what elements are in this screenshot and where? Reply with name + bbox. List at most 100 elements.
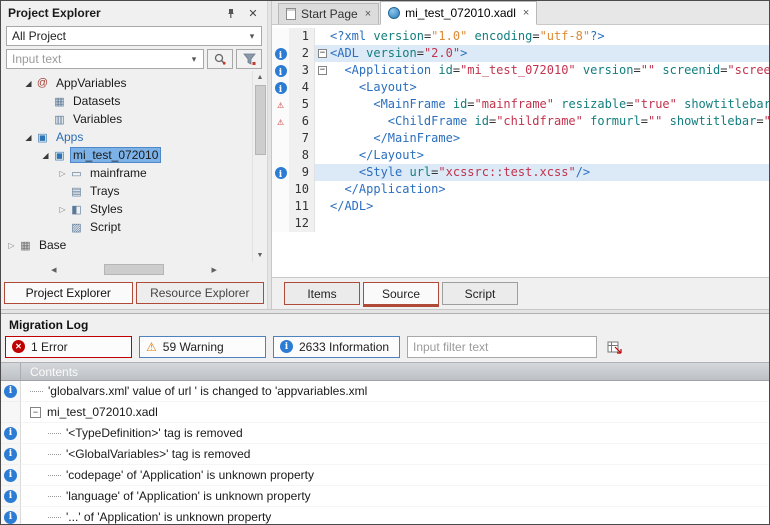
tree-item-datasets[interactable]: ▦Datasets (1, 92, 251, 110)
info-filter-button[interactable]: i2633 Information (273, 336, 400, 358)
export-log-button[interactable] (604, 336, 626, 358)
error-filter-button[interactable]: ✕1 Error (5, 336, 132, 358)
search-input[interactable] (12, 52, 187, 66)
fold-cell (315, 28, 330, 45)
filter-button[interactable] (236, 49, 262, 69)
search-row: ▾ (6, 49, 262, 69)
close-tab-icon[interactable]: × (523, 7, 529, 19)
tree-item-appvariables[interactable]: ◢@AppVariables (1, 74, 251, 92)
warning-icon: ⚠ (277, 116, 284, 127)
scroll-left-icon[interactable]: ◀ (6, 263, 102, 276)
log-row[interactable]: i'codepage' of 'Application' is unknown … (1, 465, 769, 486)
tab-items[interactable]: Items (284, 282, 360, 305)
scroll-right-icon[interactable]: ▶ (166, 263, 262, 276)
tree-item-label: mi_test_072010 (70, 147, 161, 163)
pin-icon[interactable] (222, 5, 238, 21)
code-line-7[interactable]: 7 </MainFrame> (272, 130, 769, 147)
tree-item-base[interactable]: ▷▦Base (1, 236, 251, 254)
code-line-1[interactable]: 1<?xml version="1.0" encoding="utf-8"?> (272, 28, 769, 45)
log-toolbar: ✕1 Error ⚠59 Warning i2633 Information (1, 335, 769, 362)
expand-toggle-icon[interactable]: ▷ (56, 169, 69, 178)
editor-tab-mi-test-072010-xadl[interactable]: mi_test_072010.xadl× (380, 1, 537, 25)
warning-filter-button[interactable]: ⚠59 Warning (139, 336, 266, 358)
close-tab-icon[interactable]: × (365, 8, 371, 20)
log-message: 'codepage' of 'Application' is unknown p… (66, 468, 314, 482)
collapse-toggle-icon[interactable]: − (30, 407, 41, 418)
code-line-11[interactable]: 11</ADL> (272, 198, 769, 215)
info-icon: i (4, 385, 17, 398)
code-line-2[interactable]: i2−<ADL version="2.0"> (272, 45, 769, 62)
log-filter-input[interactable] (407, 336, 597, 358)
close-icon[interactable]: ✕ (245, 5, 261, 21)
chevron-down-icon[interactable]: ▾ (187, 54, 201, 65)
app-icon: ▣ (52, 149, 67, 162)
log-message: '...' of 'Application' is unknown proper… (66, 510, 271, 524)
tab-source[interactable]: Source (363, 282, 439, 305)
tab-resource-explorer[interactable]: Resource Explorer (136, 282, 265, 304)
code-editor[interactable]: 1<?xml version="1.0" encoding="utf-8"?>i… (272, 25, 769, 277)
gutter-cell: i (272, 62, 289, 79)
tree-item-script[interactable]: ▨Script (1, 218, 251, 236)
fold-toggle[interactable]: − (315, 45, 330, 62)
project-select[interactable]: All Project ▾ (6, 26, 262, 46)
log-row-content: 'codepage' of 'Application' is unknown p… (21, 465, 769, 486)
tree-item-label: Script (87, 219, 124, 235)
tab-project-explorer[interactable]: Project Explorer (4, 282, 133, 304)
tree-item-label: Trays (87, 183, 123, 199)
warning-icon: ⚠ (146, 341, 157, 353)
tree-item-label: mainframe (87, 165, 150, 181)
code-line-4[interactable]: i4 <Layout> (272, 79, 769, 96)
tree-horizontal-scrollbar[interactable]: ◀ ▶ (6, 262, 262, 277)
log-row[interactable]: i'language' of 'Application' is unknown … (1, 486, 769, 507)
expand-toggle-icon[interactable]: ▷ (5, 241, 18, 250)
code-text: <ADL version="2.0"> (330, 45, 769, 62)
fold-minus-icon[interactable]: − (318, 66, 327, 75)
tree-item-trays[interactable]: ▤Trays (1, 182, 251, 200)
scrollbar-thumb[interactable] (104, 264, 165, 275)
code-text: <Style url="xcssrc::test.xcss"/> (330, 164, 769, 181)
collapse-toggle-icon[interactable]: ◢ (22, 133, 35, 142)
log-row[interactable]: i'globalvars.xml' value of url ' is chan… (1, 381, 769, 402)
script-icon: ▨ (69, 221, 84, 234)
tab-script[interactable]: Script (442, 282, 518, 305)
scroll-up-icon[interactable]: ▲ (253, 71, 267, 84)
collapse-toggle-icon[interactable]: ◢ (39, 151, 52, 160)
log-row[interactable]: i'<GlobalVariables>' tag is removed (1, 444, 769, 465)
log-row-gutter: i (1, 381, 21, 402)
code-line-3[interactable]: i3− <Application id="mi_test_072010" ver… (272, 62, 769, 79)
code-line-10[interactable]: 10 </Application> (272, 181, 769, 198)
log-row-gutter: i (1, 423, 21, 444)
code-line-8[interactable]: 8 </Layout> (272, 147, 769, 164)
editor-tab-start-page[interactable]: Start Page× (278, 3, 379, 24)
log-row[interactable]: i'...' of 'Application' is unknown prope… (1, 507, 769, 524)
code-line-5[interactable]: ⚠5 <MainFrame id="mainframe" resizable="… (272, 96, 769, 113)
tree-item-variables[interactable]: ▥Variables (1, 110, 251, 128)
frame-icon: ▭ (69, 167, 84, 180)
scrollbar-thumb[interactable] (255, 85, 266, 155)
scroll-down-icon[interactable]: ▼ (253, 249, 267, 262)
start-page-icon (286, 8, 296, 20)
log-row[interactable]: i'<TypeDefinition>' tag is removed (1, 423, 769, 444)
collapse-toggle-icon[interactable]: ◢ (22, 79, 35, 88)
migration-log-title: Migration Log (1, 314, 769, 335)
tree-item-styles[interactable]: ▷◧Styles (1, 200, 251, 218)
tree-item-label: Variables (70, 111, 125, 127)
code-line-6[interactable]: ⚠6 <ChildFrame id="childframe" formurl="… (272, 113, 769, 130)
tree-item-apps[interactable]: ◢▣Apps (1, 128, 251, 146)
fold-toggle[interactable]: − (315, 62, 330, 79)
search-button[interactable] (207, 49, 233, 69)
expand-toggle-icon[interactable]: ▷ (56, 205, 69, 214)
log-row[interactable]: −mi_test_072010.xadl (1, 402, 769, 423)
line-number: 11 (289, 198, 315, 215)
log-table-header: Contents (1, 362, 769, 381)
fold-minus-icon[interactable]: − (318, 49, 327, 58)
code-line-12[interactable]: 12 (272, 215, 769, 232)
tree-vertical-scrollbar[interactable]: ▲ ▼ (252, 71, 267, 262)
tree-item-label: Base (36, 237, 69, 253)
code-text: <?xml version="1.0" encoding="utf-8"?> (330, 28, 769, 45)
search-combo[interactable]: ▾ (6, 49, 204, 69)
tree-item-mainframe[interactable]: ▷▭mainframe (1, 164, 251, 182)
tree-item-mi-test-072010[interactable]: ◢▣mi_test_072010 (1, 146, 251, 164)
warning-icon: ⚠ (277, 99, 284, 110)
code-line-9[interactable]: i9 <Style url="xcssrc::test.xcss"/> (272, 164, 769, 181)
